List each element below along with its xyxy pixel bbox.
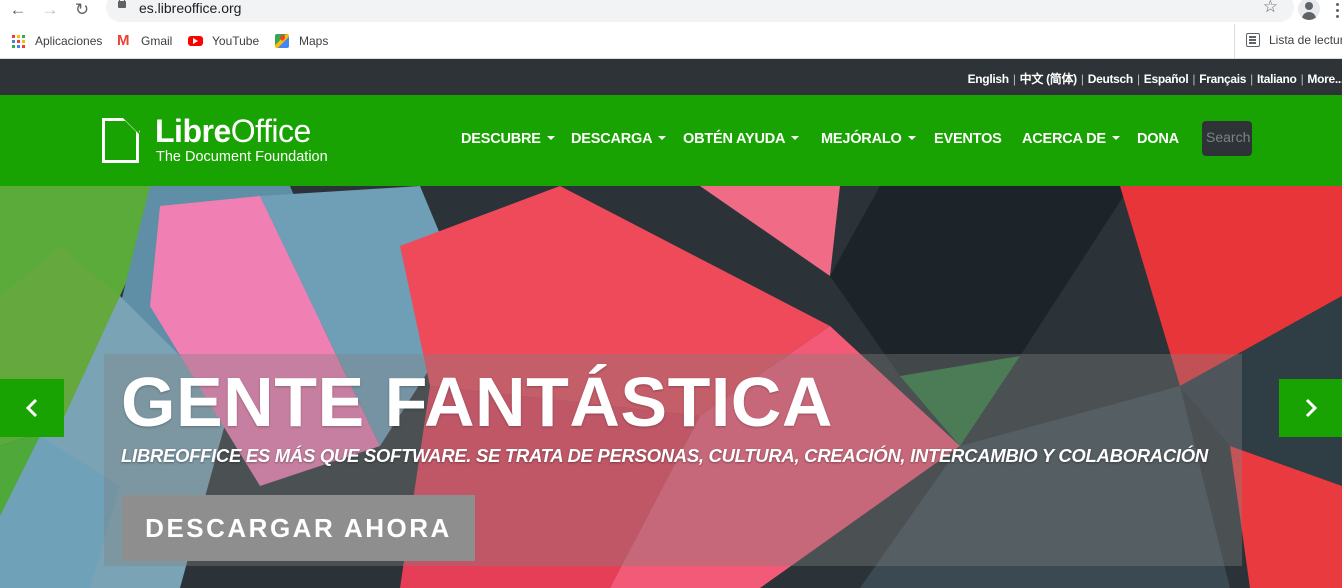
profile-avatar-icon[interactable] [1298, 0, 1320, 20]
language-links: English | 中文 (简体) | Deutsch | Español | Français… [967, 72, 1342, 86]
menu-mejoralo[interactable]: MEJÓRALO [821, 131, 916, 147]
menu-descarga[interactable]: DESCARGA [571, 131, 667, 147]
youtube-icon [188, 36, 203, 46]
back-arrow-icon[interactable]: ← [7, 1, 29, 21]
bookmark-label: YouTube [212, 34, 260, 48]
lang-deutsch[interactable]: Deutsch [1088, 72, 1134, 86]
menu-acerca-de[interactable]: ACERCA DE [1022, 131, 1120, 147]
bookmark-label: Gmail [141, 34, 173, 48]
browser-menu-icon[interactable] [1334, 1, 1342, 21]
chevron-right-icon [1305, 398, 1318, 418]
lang-chinese[interactable]: 中文 (简体) [1020, 72, 1078, 86]
maps-icon [275, 34, 289, 48]
language-bar: English | 中文 (简体) | Deutsch | Español | Français… [0, 59, 1342, 95]
address-bar[interactable]: es.libreoffice.org ☆ [106, 0, 1294, 22]
carousel-next-button[interactable] [1279, 379, 1342, 437]
bookmarks-bar: Aplicaciones M Gmail YouTube Maps [0, 24, 1342, 59]
lang-italiano[interactable]: Italiano [1257, 72, 1297, 86]
bookmark-label: Aplicaciones [35, 34, 103, 48]
logo-title: LibreOffice [155, 113, 311, 149]
search-input[interactable]: Search [1202, 121, 1252, 156]
bookmark-label: Maps [299, 34, 329, 48]
download-now-button[interactable]: DESCARGAR AHORA [122, 495, 475, 561]
document-logo-icon [102, 118, 139, 163]
lang-espanol[interactable]: Español [1144, 72, 1189, 86]
lang-more[interactable]: More... [1307, 72, 1342, 86]
hero-title: GENTE FANTÁSTICA [121, 363, 833, 441]
caret-down-icon [791, 136, 800, 141]
logo-subtitle: The Document Foundation [156, 149, 328, 165]
main-navbar: LibreOffice The Document Foundation DESC… [0, 95, 1342, 186]
caret-down-icon [907, 136, 916, 141]
lang-francais[interactable]: Français [1199, 72, 1246, 86]
chevron-left-icon [25, 398, 38, 418]
lang-english[interactable]: English [968, 72, 1010, 86]
caret-down-icon [546, 136, 555, 141]
lock-icon [118, 0, 126, 8]
gmail-icon: M [117, 32, 130, 49]
reading-list-button[interactable]: Lista de lectura [1234, 24, 1342, 59]
apps-grid-icon [11, 34, 25, 48]
carousel-prev-button[interactable] [0, 379, 64, 437]
reading-list-icon [1246, 33, 1260, 47]
caret-down-icon [1111, 136, 1120, 141]
bookmark-star-icon[interactable]: ☆ [1263, 0, 1278, 17]
hero-subtitle: LIBREOFFICE ES MÁS QUE SOFTWARE. SE TRAT… [121, 445, 1208, 466]
menu-obten-ayuda[interactable]: OBTÉN AYUDA [683, 131, 800, 147]
forward-arrow-icon[interactable]: → [39, 1, 61, 21]
menu-descubre[interactable]: DESCUBRE [461, 131, 555, 147]
browser-toolbar: ← → ↻ es.libreoffice.org ☆ [0, 0, 1342, 24]
reload-icon[interactable]: ↻ [71, 1, 93, 21]
menu-eventos[interactable]: EVENTOS [934, 131, 1002, 147]
address-url[interactable]: es.libreoffice.org [139, 0, 241, 16]
hero-carousel: GENTE FANTÁSTICA LIBREOFFICE ES MÁS QUE … [0, 186, 1342, 588]
menu-dona[interactable]: DONA [1137, 131, 1179, 147]
reading-list-label: Lista de lectura [1269, 33, 1342, 47]
caret-down-icon [658, 136, 667, 141]
